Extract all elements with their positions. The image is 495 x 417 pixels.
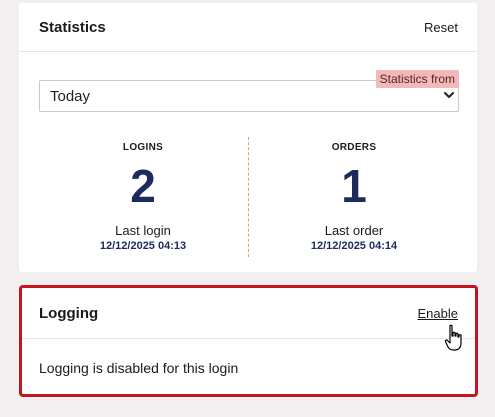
logins-count: 2 <box>130 160 156 212</box>
statistics-card: Statistics Reset Today Statistics from L… <box>19 3 477 272</box>
period-select-label: Statistics from <box>375 70 459 88</box>
last-login-date: 12/12/2025 04:13 <box>99 240 187 252</box>
orders-stat: ORDERS 1 Last order 12/12/2025 04:14 <box>254 138 454 252</box>
period-select-value: Today <box>50 87 91 105</box>
chevron-down-icon <box>444 92 454 98</box>
statistics-title: Statistics <box>39 18 106 36</box>
last-order-date: 12/12/2025 04:14 <box>310 240 398 252</box>
reset-button[interactable]: Reset <box>424 20 458 35</box>
hand-pointer-cursor-icon <box>444 324 462 351</box>
logging-header: Logging Enable <box>22 288 475 339</box>
orders-count: 1 <box>341 160 367 212</box>
last-order-label: Last order <box>324 223 384 238</box>
statistics-header: Statistics Reset <box>19 3 477 52</box>
orders-heading: ORDERS <box>331 142 377 153</box>
last-login-label: Last login <box>115 223 171 238</box>
enable-logging-link[interactable]: Enable <box>418 306 458 321</box>
stats-divider <box>248 137 249 257</box>
logging-title: Logging <box>39 304 99 322</box>
logins-heading: LOGINS <box>122 142 164 153</box>
logging-message: Logging is disabled for this login <box>39 359 239 376</box>
statistics-period-select[interactable]: Today Statistics from <box>39 70 459 112</box>
logging-card: Logging Enable Logging is disabled for t… <box>19 285 478 397</box>
logins-stat: LOGINS 2 Last login 12/12/2025 04:13 <box>43 138 243 252</box>
